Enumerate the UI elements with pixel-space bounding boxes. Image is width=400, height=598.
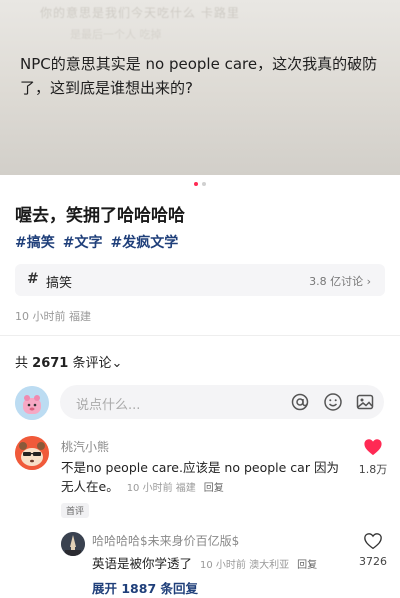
topic-card[interactable]: # 搞笑 3.8 亿讨论 › <box>15 264 385 296</box>
emoji-icon[interactable] <box>323 392 343 412</box>
comment-count-suffix: 条评论⌄ <box>72 356 123 371</box>
reply-button[interactable]: 回复 <box>297 560 317 571</box>
reply-body: 英语是被你学透了 10 小时前 澳大利亚 回复 <box>92 553 317 572</box>
image-icon[interactable] <box>355 392 375 412</box>
topic-discussion-count: 3.8 亿讨论 › <box>309 275 371 288</box>
at-mention-icon[interactable] <box>290 392 310 412</box>
image-bg-text: 是最后一个人 吃掉 <box>70 28 162 41</box>
divider <box>0 335 400 336</box>
like-button[interactable]: 3726 <box>358 532 388 568</box>
first-comment-badge: 首评 <box>61 503 90 518</box>
comment-count-prefix: 共 <box>15 356 29 371</box>
tag-link[interactable]: #文字 <box>63 235 103 251</box>
carousel-dot-active <box>194 182 198 186</box>
carousel-indicator <box>0 182 400 186</box>
comment-text: 不是no people care.应该是 no people car 因为无人在… <box>61 460 339 494</box>
reply-time: 10 小时前 澳大利亚 <box>200 560 290 571</box>
comment-time: 10 小时前 福建 <box>126 483 196 494</box>
comment-username[interactable]: 桃汽小熊 <box>61 438 109 455</box>
post-image[interactable]: 你的意思是我们今天吃什么 卡路里 是最后一个人 吃掉 NPC的意思其实是 no … <box>0 0 400 175</box>
avatar[interactable] <box>15 386 49 420</box>
comment-body: 不是no people care.应该是 no people car 因为无人在… <box>61 458 351 498</box>
like-button[interactable]: 1.8万 <box>358 438 388 477</box>
post-tags: #搞笑 #文字 #发疯文学 <box>15 232 186 252</box>
image-caption: NPC的意思其实是 no people care，这次我真的破防了，这到底是谁想… <box>20 55 378 97</box>
like-count: 1.8万 <box>358 463 388 476</box>
hashtag-icon: # <box>27 271 39 287</box>
avatar[interactable] <box>15 436 49 470</box>
tag-link[interactable]: #搞笑 <box>15 235 55 251</box>
expand-replies-button[interactable]: 展开 1887 条回复 <box>92 578 198 597</box>
post-title: 喔去，笑拥了哈哈哈哈 <box>15 206 185 226</box>
post-meta: 10 小时前 福建 <box>15 310 91 323</box>
comment-input-placeholder: 说点什么... <box>76 398 141 413</box>
avatar[interactable] <box>61 532 85 556</box>
reply-button[interactable]: 回复 <box>204 483 224 494</box>
reply-text: 英语是被你学透了 <box>92 556 193 571</box>
reply-username[interactable]: 哈哈哈哈$未来身价百亿版$ <box>92 532 239 549</box>
heart-filled-icon <box>364 439 382 456</box>
topic-name: 搞笑 <box>46 276 73 291</box>
tag-link[interactable]: #发疯文学 <box>110 235 178 251</box>
comment-count[interactable]: 共 2671 条评论⌄ <box>15 352 122 371</box>
comment-input[interactable]: 说点什么... <box>60 385 384 419</box>
like-count: 3726 <box>359 555 387 568</box>
carousel-dot <box>202 182 206 186</box>
image-bg-text: 你的意思是我们今天吃什么 卡路里 <box>40 6 240 20</box>
comment-count-number: 2671 <box>32 356 69 371</box>
heart-outline-icon <box>364 533 382 550</box>
